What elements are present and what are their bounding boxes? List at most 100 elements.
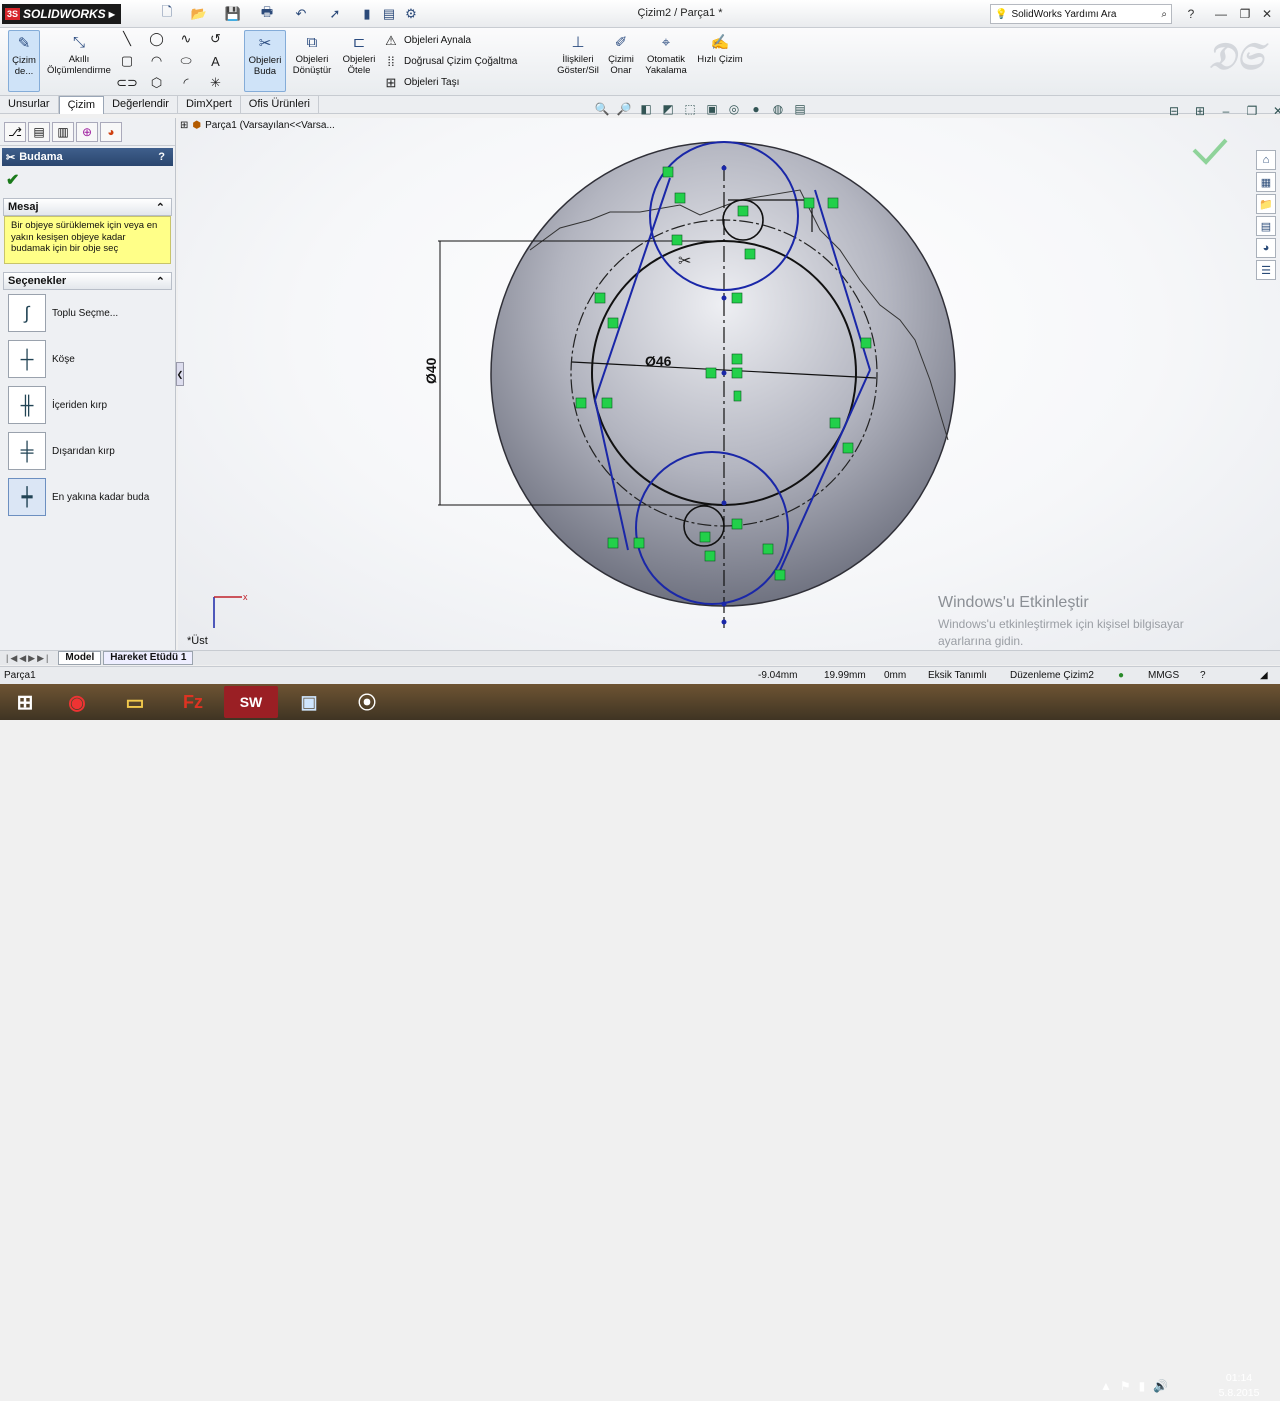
restore-icon[interactable]: ❐: [1234, 5, 1256, 23]
new-document-icon[interactable]: 🗋: [156, 4, 178, 23]
network-icon[interactable]: ▮: [1139, 1379, 1146, 1393]
relation-marker[interactable]: [744, 248, 756, 260]
search-icon[interactable]: ⌕: [1161, 9, 1167, 20]
rebuild-light-icon[interactable]: ●: [1118, 670, 1124, 681]
relation-marker[interactable]: [774, 569, 786, 581]
text-icon[interactable]: A: [207, 52, 225, 70]
previous-view-icon[interactable]: ◧: [636, 100, 656, 118]
mirror-entities-row[interactable]: ⚠ Objeleri Aynala: [382, 30, 548, 51]
collapse-icon[interactable]: ⌃: [156, 275, 165, 288]
message-section-header[interactable]: Mesaj ⌃: [3, 198, 172, 216]
tab-evaluate[interactable]: Değerlendir: [104, 96, 178, 114]
sketch-point[interactable]: [721, 619, 727, 625]
collapse-icon[interactable]: ⌃: [156, 201, 165, 214]
relation-marker[interactable]: [803, 197, 815, 209]
relation-marker[interactable]: [705, 367, 717, 379]
sketch-point[interactable]: [721, 165, 727, 171]
rebuild-icon[interactable]: ▮: [356, 5, 378, 23]
custom-properties-icon[interactable]: ☰: [1256, 260, 1276, 280]
save-icon[interactable]: 💾: [222, 5, 244, 23]
chrome-icon[interactable]: ◉: [50, 686, 104, 718]
zoom-to-fit-icon[interactable]: 🔍: [592, 100, 612, 118]
relation-marker[interactable]: [860, 337, 872, 349]
help-search-input[interactable]: SolidWorks Yardımı Ara: [1011, 9, 1157, 20]
help-button[interactable]: ?: [158, 151, 165, 163]
relation-marker[interactable]: [607, 317, 619, 329]
display-manager-tab-icon[interactable]: ◕: [100, 122, 122, 142]
undo-icon[interactable]: ↶: [290, 5, 312, 23]
ellipse-icon[interactable]: ⬭: [177, 52, 195, 70]
confirm-check-icon[interactable]: [1192, 138, 1228, 165]
circle-icon[interactable]: ◯: [148, 30, 166, 48]
option-trim-inside[interactable]: ╫ İçeriden kırp: [0, 382, 175, 428]
rectangle-icon[interactable]: ▢: [118, 52, 136, 70]
quick-snaps-button[interactable]: ⌖ Otomatik Yakalama: [642, 30, 690, 92]
option-corner[interactable]: ┼ Köşe: [0, 336, 175, 382]
status-units[interactable]: MMGS: [1148, 670, 1179, 681]
relation-marker[interactable]: [633, 537, 645, 549]
file-properties-icon[interactable]: ▤: [378, 5, 400, 23]
tab-features[interactable]: Unsurlar: [0, 96, 59, 114]
tab-scroll-arrows-icon[interactable]: |◀◀▶▶|: [0, 653, 56, 664]
tab-motion-study[interactable]: Hareket Etüdü 1: [103, 651, 194, 665]
relation-marker[interactable]: [731, 353, 743, 365]
sketch-point[interactable]: [721, 601, 727, 607]
print-icon[interactable]: 🖶: [256, 4, 278, 23]
relation-marker[interactable]: [671, 234, 683, 246]
resize-grip-icon[interactable]: ◢: [1260, 670, 1268, 681]
relation-marker[interactable]: [594, 292, 606, 304]
appearance-icon[interactable]: ●: [746, 100, 766, 118]
slot-icon[interactable]: ⊂⊃: [116, 74, 138, 92]
tab-office-products[interactable]: Ofis Ürünleri: [241, 96, 319, 114]
move-entities-row[interactable]: ⊞ Objeleri Taşı: [382, 72, 548, 93]
option-power-trim[interactable]: ∫ Toplu Seçme...: [0, 290, 175, 336]
view-palette-icon[interactable]: ▤: [1256, 216, 1276, 236]
relation-marker[interactable]: [607, 537, 619, 549]
solidworks-logo[interactable]: 3S SOLIDWORKS ▶: [2, 4, 121, 24]
panel-collapse-handle[interactable]: ❮: [176, 362, 184, 386]
convert-entities-button[interactable]: ⧉ Objeleri Dönüştür: [290, 30, 334, 92]
offset-entities-button[interactable]: ⊏ Objeleri Ötele: [340, 30, 378, 92]
close-icon[interactable]: ✕: [1256, 5, 1278, 23]
smart-dimension-button[interactable]: ⤡ Akıllı Ölçümlendirme: [46, 30, 112, 92]
relation-marker[interactable]: [762, 543, 774, 555]
volume-icon[interactable]: 🔊: [1153, 1379, 1168, 1393]
sketch-point[interactable]: [721, 295, 727, 301]
design-library-icon[interactable]: ▦: [1256, 172, 1276, 192]
open-folder-icon[interactable]: 📂: [188, 5, 210, 23]
sketch-point[interactable]: [721, 500, 727, 506]
relation-marker[interactable]: [827, 197, 839, 209]
rapid-sketch-button[interactable]: ✍ Hızlı Çizim: [696, 30, 744, 92]
help-question-icon[interactable]: ?: [1180, 5, 1202, 23]
configuration-manager-tab-icon[interactable]: ▥: [52, 122, 74, 142]
windows-start-icon[interactable]: ⊞: [0, 686, 50, 718]
point-icon[interactable]: ✳: [207, 74, 225, 92]
line-icon[interactable]: ╲: [118, 30, 136, 48]
fillet-icon[interactable]: ◜: [177, 74, 195, 92]
spline-icon[interactable]: ∿: [177, 30, 195, 48]
options-gear-icon[interactable]: ⚙: [400, 5, 422, 23]
dimension-d40-label[interactable]: Ø40: [423, 357, 439, 384]
relation-marker[interactable]: [731, 292, 743, 304]
relation-marker[interactable]: [699, 531, 711, 543]
help-search-box[interactable]: 💡 SolidWorks Yardımı Ara ⌕: [990, 4, 1172, 24]
scene-icon[interactable]: ◍: [768, 100, 788, 118]
relation-marker[interactable]: [733, 390, 742, 402]
tab-sketch[interactable]: Çizim: [58, 96, 105, 114]
property-manager-tab-icon[interactable]: ▤: [28, 122, 50, 142]
relation-marker[interactable]: [601, 397, 613, 409]
system-clock[interactable]: 01:14 5.8.2015: [1214, 1371, 1264, 1401]
file-explorer-icon[interactable]: ▭: [108, 686, 162, 718]
view-orientation-icon[interactable]: ⬚: [680, 100, 700, 118]
tray-expand-icon[interactable]: ▲: [1100, 1379, 1112, 1393]
relation-marker[interactable]: [704, 550, 716, 562]
repair-sketch-button[interactable]: ✐ Çizimi Onar: [604, 30, 638, 92]
sketch-point[interactable]: [721, 370, 727, 376]
relation-marker[interactable]: [731, 367, 743, 379]
relation-marker[interactable]: [842, 442, 854, 454]
section-view-icon[interactable]: ◩: [658, 100, 678, 118]
remote-desktop-icon[interactable]: ▣: [282, 686, 336, 718]
dimxpert-manager-tab-icon[interactable]: ⊕: [76, 122, 98, 142]
relation-marker[interactable]: [737, 205, 749, 217]
trim-entities-button[interactable]: ✂ Objeleri Buda: [244, 30, 286, 92]
